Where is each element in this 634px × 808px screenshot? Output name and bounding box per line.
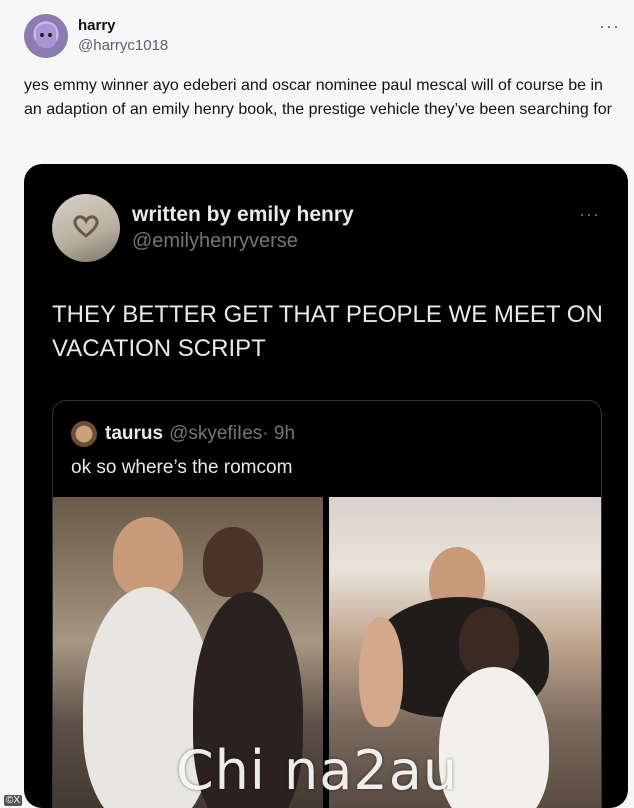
more-options-icon[interactable]: ··· bbox=[599, 16, 620, 37]
display-name[interactable]: harry bbox=[78, 16, 168, 36]
tweet-text: yes emmy winner ayo edeberi and oscar no… bbox=[24, 77, 612, 118]
person-figure bbox=[113, 517, 183, 597]
hand-figure bbox=[359, 617, 403, 727]
watermark-text: Chi na2au bbox=[175, 739, 459, 802]
avatar-icon bbox=[36, 24, 56, 48]
embedded-handle: @emilyhenryverse bbox=[132, 230, 298, 252]
corner-logo: ©X bbox=[4, 795, 23, 806]
quoted-handle: @skyefiIes bbox=[169, 423, 263, 444]
quoted-display-name: taurus bbox=[105, 423, 164, 444]
quoted-avatar bbox=[71, 421, 97, 447]
quoted-time: · 9h bbox=[262, 423, 296, 444]
embedded-more-icon: ··· bbox=[579, 204, 600, 224]
embedded-avatar[interactable] bbox=[52, 194, 120, 262]
heart-hands-icon bbox=[73, 215, 99, 238]
embedded-display-name: written by emily henry bbox=[132, 203, 354, 226]
avatar-eye-icon bbox=[40, 33, 44, 37]
embedded-tweet-image[interactable]: written by emily henry @emilyhenryverse … bbox=[24, 164, 628, 808]
embedded-tweet-text: THEY BETTER GET THAT PEOPLE WE MEET ON V… bbox=[52, 301, 603, 362]
quoted-tweet-text: ok so where’s the romcom bbox=[71, 457, 293, 478]
person-figure bbox=[203, 527, 263, 597]
tweet-header: harry @harryc1018 bbox=[24, 14, 168, 58]
avatar[interactable] bbox=[24, 14, 68, 58]
avatar-eye-icon bbox=[48, 33, 52, 37]
user-handle[interactable]: @harryc1018 bbox=[78, 36, 168, 56]
